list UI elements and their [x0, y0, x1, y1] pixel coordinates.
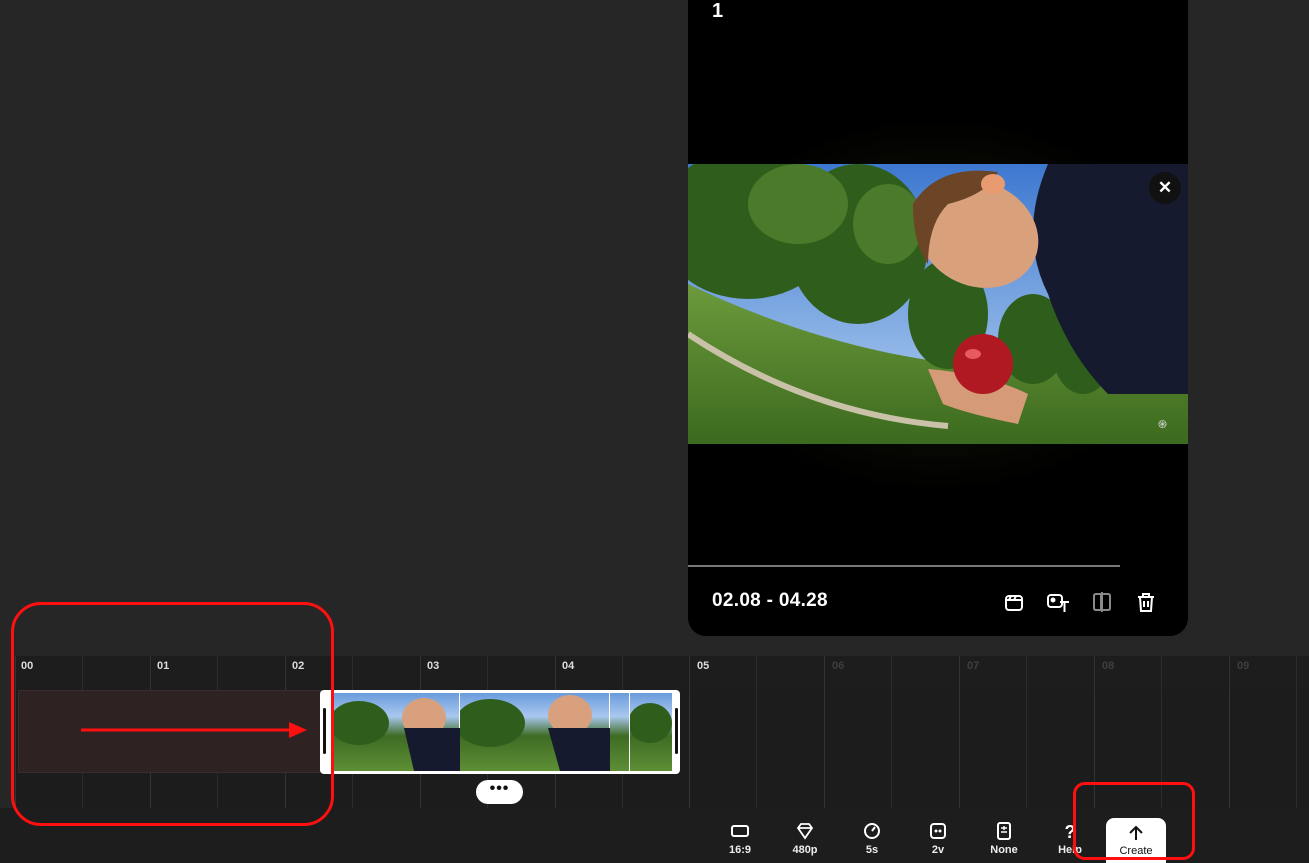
tick-label-03: 03 — [427, 660, 440, 672]
duration-label: 5s — [865, 844, 879, 856]
storyboard-icon[interactable] — [1001, 589, 1027, 615]
clip-time-range: 02.08 - 04.28 — [712, 590, 828, 611]
clip-trim-handle-right[interactable] — [675, 708, 678, 754]
tick-label-04: 04 — [562, 660, 575, 672]
variants-icon — [930, 823, 946, 839]
tick-label-06: 06 — [832, 660, 845, 672]
clip-thumbnail — [610, 693, 630, 771]
tick-label-07: 07 — [967, 660, 980, 672]
clip-thumbnail — [334, 693, 460, 771]
watermark-icon: ֍ — [1158, 419, 1167, 431]
tick-label-09: 09 — [1237, 660, 1250, 672]
style-preset-label: None — [990, 844, 1018, 856]
duration-button[interactable]: 5s — [847, 822, 897, 856]
video-preview-frame[interactable] — [688, 164, 1188, 444]
clip-more-options-button[interactable]: ••• — [476, 780, 523, 804]
quality-label: 480p — [792, 844, 818, 856]
preview-card: 1 ✕ ֍ 02.08 - 04.28 — [688, 0, 1188, 636]
split-compare-icon[interactable] — [1089, 589, 1115, 615]
aspect-ratio-icon — [731, 825, 749, 837]
clip-thumbnail — [455, 693, 610, 771]
preview-index: 1 — [712, 0, 724, 22]
annotation-arrow — [81, 722, 307, 738]
video-frame-image — [688, 164, 1188, 444]
playback-progress-track[interactable] — [688, 565, 1120, 567]
trash-icon[interactable] — [1133, 589, 1159, 615]
quality-button[interactable]: 480p — [780, 822, 830, 856]
variants-button[interactable]: 2v — [913, 822, 963, 856]
aspect-ratio-label: 16:9 — [728, 844, 752, 856]
tick-label-05: 05 — [697, 660, 710, 672]
caption-text-icon[interactable] — [1045, 589, 1071, 615]
timer-icon — [864, 823, 880, 839]
close-preview-button[interactable]: ✕ — [1149, 172, 1181, 204]
diamond-quality-icon — [796, 823, 814, 840]
video-clip[interactable] — [320, 690, 680, 774]
style-preset-button[interactable]: None — [979, 822, 1029, 856]
aspect-ratio-button[interactable]: 16:9 — [715, 822, 765, 856]
variants-label: 2v — [931, 844, 945, 856]
tick-label-08: 08 — [1102, 660, 1115, 672]
clip-thumbnail — [628, 693, 672, 771]
annotation-highlight-create — [1073, 782, 1195, 860]
annotation-highlight-empty-region — [11, 602, 334, 826]
clip-thumbnails — [334, 693, 672, 771]
style-preset-icon — [997, 822, 1011, 840]
